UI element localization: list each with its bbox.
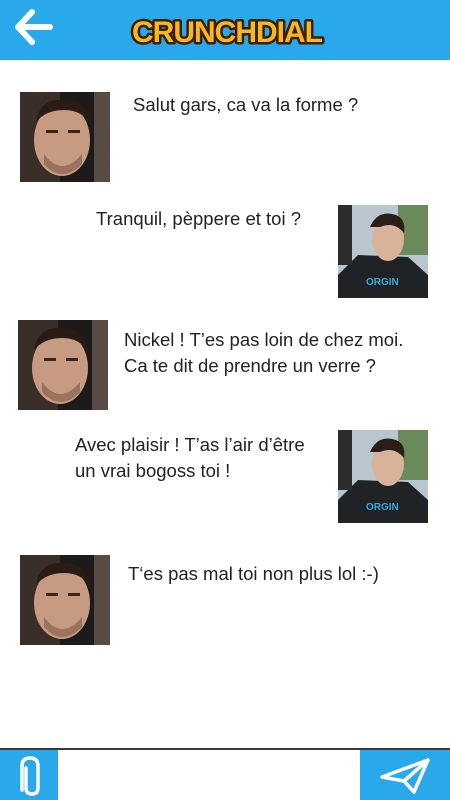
message-item: Tranquil, pèppere et toi ? ORGIN xyxy=(0,190,450,305)
attach-button[interactable] xyxy=(0,750,58,800)
paper-plane-icon xyxy=(380,758,430,794)
svg-text:ORGIN: ORGIN xyxy=(366,277,399,288)
message-item: Nickel ! T’es pas loin de chez moi. Ca t… xyxy=(0,305,450,420)
message-item: Salut gars, ca va la forme ? xyxy=(0,60,450,190)
message-list: Salut gars, ca va la forme ? Tranquil, p… xyxy=(0,60,450,748)
svg-text:CRUNCHDIAL: CRUNCHDIAL xyxy=(132,16,323,49)
contact-avatar xyxy=(20,92,110,182)
app-logo: CRUNCHDIAL xyxy=(130,14,327,52)
message-input[interactable] xyxy=(58,750,360,800)
message-item: T‘es pas mal toi non plus lol :-) xyxy=(0,535,450,665)
message-text: Nickel ! T’es pas loin de chez moi. Ca t… xyxy=(124,329,404,376)
message-text: Salut gars, ca va la forme ? xyxy=(133,94,359,115)
user-avatar: ORGIN xyxy=(338,205,428,298)
app-header: CRUNCHDIAL xyxy=(0,0,450,60)
message-text: Avec plaisir ! T’as l’air d’être un vrai… xyxy=(75,434,305,481)
contact-avatar xyxy=(20,555,110,645)
message-text: Tranquil, pèppere et toi ? xyxy=(96,208,301,229)
message-text: T‘es pas mal toi non plus lol :-) xyxy=(128,563,379,584)
svg-text:ORGIN: ORGIN xyxy=(366,502,399,513)
send-button[interactable] xyxy=(360,750,450,800)
message-item: Avec plaisir ! T’as l’air d’être un vrai… xyxy=(0,420,450,535)
message-composer xyxy=(0,748,450,800)
contact-avatar xyxy=(18,320,108,410)
arrow-left-icon xyxy=(15,9,53,45)
paperclip-icon xyxy=(20,756,40,796)
back-button[interactable] xyxy=(10,6,58,50)
user-avatar: ORGIN xyxy=(338,430,428,523)
